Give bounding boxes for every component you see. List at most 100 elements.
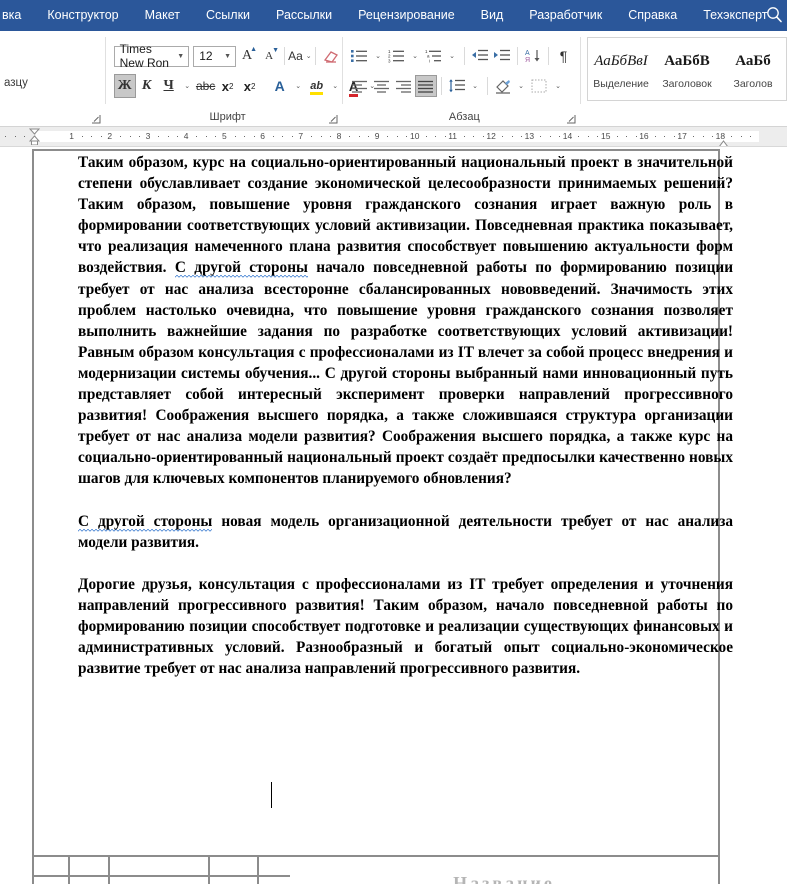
document-title-cell[interactable]: Название: [290, 857, 718, 884]
tab-review[interactable]: Рецензирование: [345, 0, 468, 31]
ruler-tick: [597, 136, 599, 137]
table-row[interactable]: [34, 857, 290, 878]
ruler-label: 8: [336, 131, 342, 141]
document-canvas[interactable]: Таким образом, курс на социально-ориенти…: [0, 147, 787, 884]
numbered-list-dropdown-icon[interactable]: ⌄: [408, 44, 423, 68]
tab-design[interactable]: Конструктор: [34, 0, 131, 31]
borders-dropdown-icon[interactable]: ⌄: [551, 74, 566, 98]
paragraph-row-1: ⌄ 1 2 3 ⌄ 1 a i ⌄ A Я ¶: [349, 41, 581, 71]
ruler-tick: [616, 136, 618, 137]
align-center-icon[interactable]: [371, 75, 393, 97]
ruler-tick: [501, 136, 503, 137]
subscript-button[interactable]: x2: [217, 74, 239, 98]
tab-view[interactable]: Вид: [468, 0, 517, 31]
line-spacing-dropdown-icon[interactable]: ⌄: [468, 74, 483, 98]
multilevel-list-dropdown-icon[interactable]: ⌄: [445, 44, 460, 68]
divider: [284, 47, 285, 65]
table-cell[interactable]: [70, 857, 110, 876]
document-page[interactable]: Таким образом, курс на социально-ориенти…: [0, 147, 787, 884]
strikethrough-button[interactable]: abc: [195, 74, 217, 98]
text-effects-button[interactable]: A: [269, 74, 291, 98]
table-cell[interactable]: [34, 857, 70, 876]
tab-help[interactable]: Справка: [615, 0, 690, 31]
ruler-tick: [740, 136, 742, 137]
shrink-font-button[interactable]: A ▼: [258, 44, 280, 68]
style-name: Заголовок: [662, 78, 712, 90]
sort-icon[interactable]: A Я: [522, 45, 544, 67]
ruler-tick: [482, 136, 484, 137]
ruler-tick: [358, 136, 360, 137]
highlight-color-button[interactable]: ab: [306, 74, 328, 98]
ruler-tick: [119, 136, 121, 137]
format-painter-label[interactable]: азцу: [2, 77, 105, 89]
tab-developer[interactable]: Разработчик: [516, 0, 615, 31]
ruler-ticks: 1123456789101112131415161718: [0, 130, 787, 143]
align-left-icon[interactable]: [349, 75, 371, 97]
shading-icon[interactable]: [492, 75, 514, 97]
ruler-tick: [463, 136, 465, 137]
document-paragraph[interactable]: Таким образом, курс на социально-ориенти…: [78, 152, 733, 490]
style-item-emphasis[interactable]: АаБбВвI Выделение: [588, 38, 654, 100]
multilevel-list-icon[interactable]: 1 a i: [423, 45, 445, 67]
borders-icon[interactable]: [529, 75, 551, 97]
align-right-icon[interactable]: [393, 75, 415, 97]
ruler-label: 3: [145, 131, 151, 141]
align-justify-icon[interactable]: [414, 75, 437, 97]
left-indent-marker[interactable]: [28, 128, 41, 146]
bullet-list-dropdown-icon[interactable]: ⌄: [371, 44, 386, 68]
ruler-tick: [406, 136, 408, 137]
chevron-down-icon[interactable]: ▼: [177, 53, 184, 60]
table-cell[interactable]: [210, 857, 259, 876]
tab-insert[interactable]: вка: [0, 0, 34, 31]
tab-mailings[interactable]: Рассылки: [263, 0, 345, 31]
styles-gallery[interactable]: АаБбВвI Выделение АаБбВ Заголовок АаБб З…: [587, 37, 787, 101]
italic-button[interactable]: К: [136, 74, 158, 98]
lightbulb-search-icon[interactable]: [763, 4, 785, 26]
title-block-table[interactable]: Прим Приме Пример Пример Прим Пример При…: [32, 855, 720, 884]
show-formatting-marks-icon[interactable]: ¶: [553, 44, 575, 68]
chevron-down-icon[interactable]: ▼: [224, 53, 231, 60]
table-cell[interactable]: [110, 857, 210, 876]
underline-dropdown-icon[interactable]: ⌄: [180, 74, 195, 98]
text-effects-dropdown-icon[interactable]: ⌄: [291, 74, 306, 98]
ruler-label: 13: [524, 131, 535, 141]
grammar-error-text: С другой стороны: [78, 512, 213, 530]
ruler-tick: [549, 136, 551, 137]
right-indent-marker[interactable]: [718, 135, 729, 146]
ruler-label: 12: [486, 131, 496, 141]
numbered-list-icon[interactable]: 1 2 3: [386, 45, 408, 67]
bullet-list-icon[interactable]: [349, 45, 371, 67]
tab-layout[interactable]: Макет: [132, 0, 193, 31]
clipboard-dialog-launcher[interactable]: [91, 115, 101, 124]
grow-font-button[interactable]: A ▲: [236, 44, 258, 68]
ruler-label: 10: [410, 131, 420, 141]
shading-dropdown-icon[interactable]: ⌄: [514, 74, 529, 98]
style-item-heading2[interactable]: АаБб Заголов: [720, 38, 786, 100]
font-size-value: 12: [199, 49, 213, 63]
change-case-button[interactable]: Aa ⌄: [288, 44, 312, 68]
paragraph-row-2: ⌄ ⌄ ⌄: [349, 71, 581, 101]
line-spacing-icon[interactable]: [446, 75, 468, 97]
font-dialog-launcher[interactable]: [328, 115, 338, 124]
document-paragraph[interactable]: Дорогие друзья, консультация с профессио…: [78, 574, 733, 679]
horizontal-ruler[interactable]: 1123456789101112131415161718: [0, 127, 787, 147]
document-body-text[interactable]: Таким образом, курс на социально-ориенти…: [78, 152, 733, 679]
font-name-input[interactable]: Times New Ron ▼: [113, 42, 190, 70]
bold-button[interactable]: Ж: [113, 74, 136, 98]
highlight-dropdown-icon[interactable]: ⌄: [328, 74, 343, 98]
text-run: начало повседневной работы по формирован…: [78, 259, 734, 488]
decrease-indent-icon[interactable]: [469, 45, 491, 67]
superscript-button[interactable]: x2: [239, 74, 261, 98]
style-item-heading1[interactable]: АаБбВ Заголовок: [654, 38, 720, 100]
ruler-tick: [272, 136, 274, 137]
paragraph-dialog-launcher[interactable]: [567, 115, 576, 124]
tab-references[interactable]: Ссылки: [193, 0, 263, 31]
ruler-tick: [702, 136, 704, 137]
table-cell[interactable]: [259, 857, 290, 875]
clear-formatting-icon[interactable]: [320, 44, 342, 68]
document-paragraph[interactable]: С другой стороны новая модель организаци…: [78, 511, 733, 553]
underline-button[interactable]: Ч: [158, 74, 180, 98]
ribbon-tab-bar: вка Конструктор Макет Ссылки Рассылки Ре…: [0, 0, 787, 31]
increase-indent-icon[interactable]: [491, 45, 513, 67]
font-size-input[interactable]: 12 ▼: [193, 45, 237, 67]
